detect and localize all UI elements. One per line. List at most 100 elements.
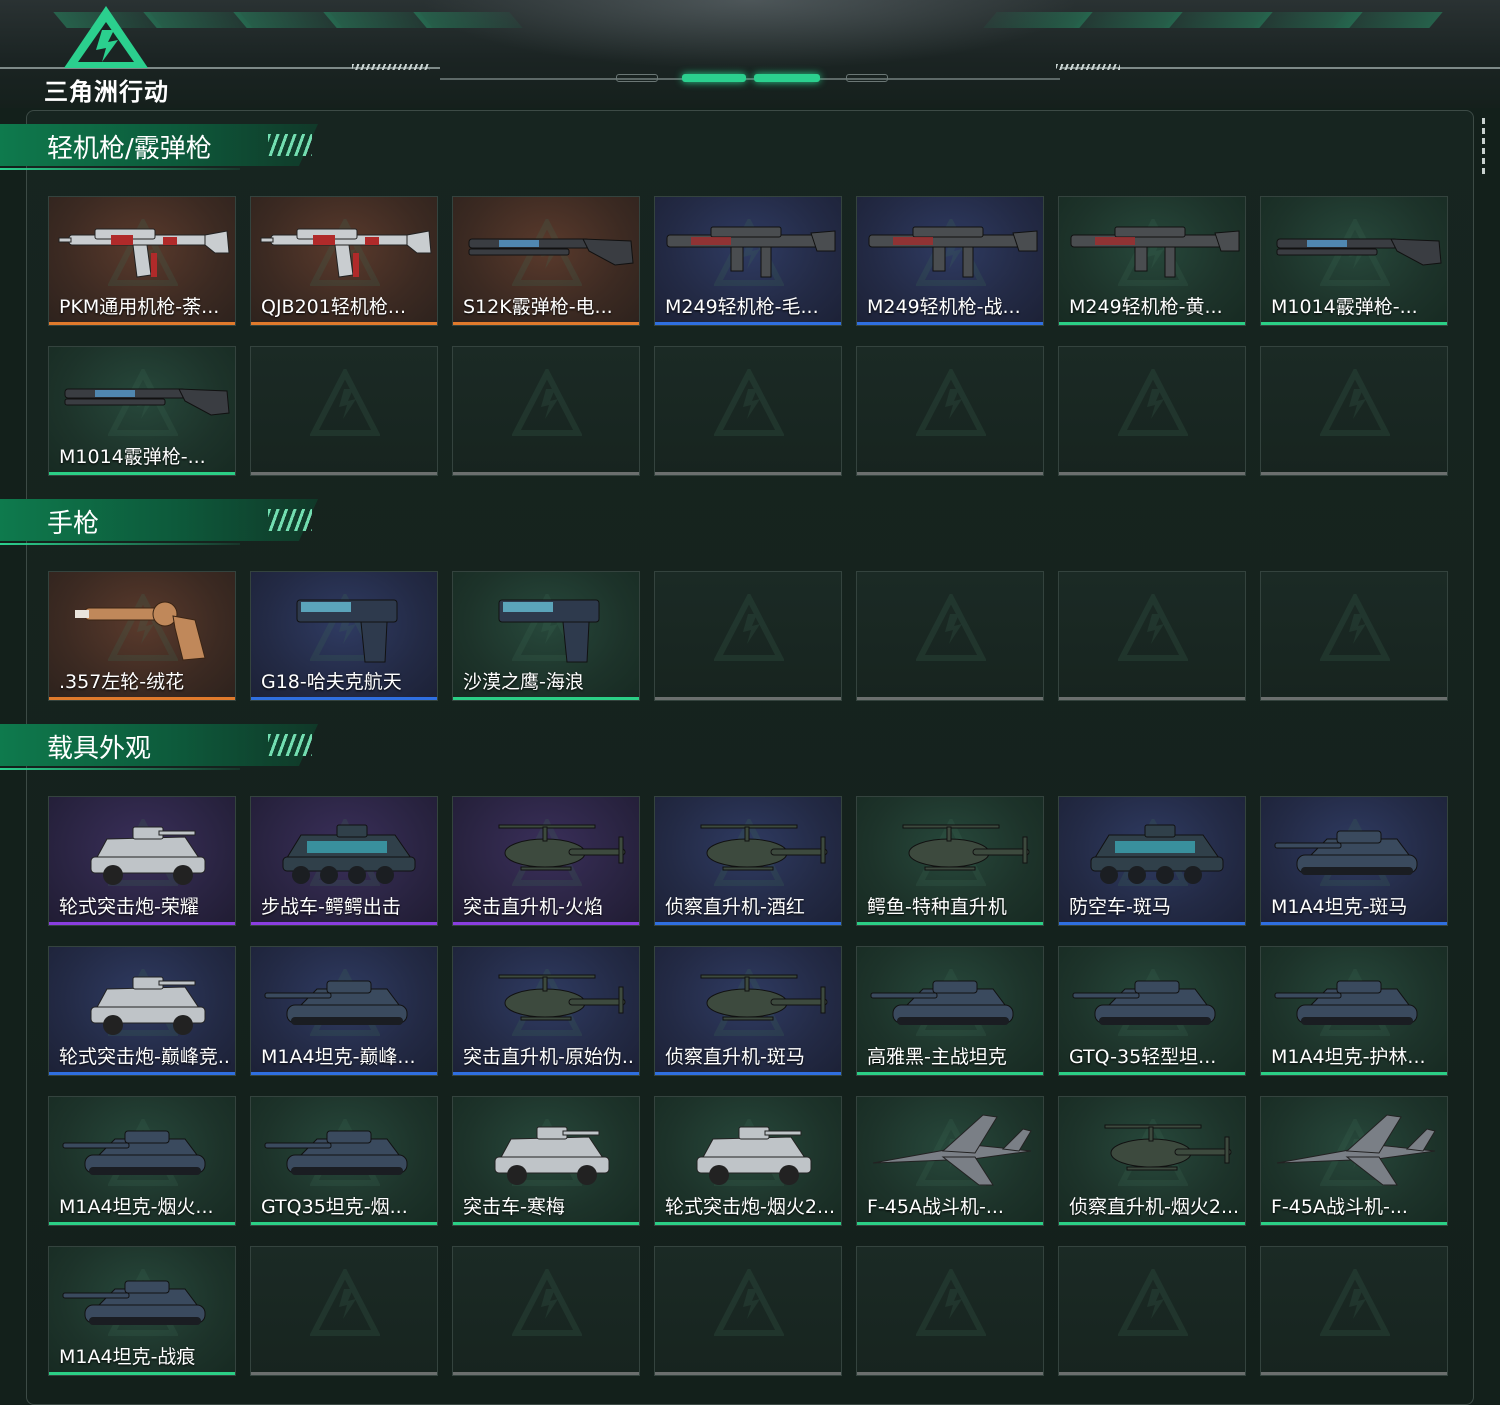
section-header-slashes [268,134,312,156]
rarity-bar [857,1072,1043,1075]
rarity-bar [453,1372,639,1375]
skin-card[interactable]: M1A4坦克-战痕 [48,1246,236,1376]
skin-card[interactable]: M249轻机枪-战... [856,196,1044,326]
rarity-bar [453,1222,639,1225]
jet-icon [1276,1114,1436,1186]
skin-name: G18-哈夫克航天 [261,671,402,693]
helicopter-icon [700,824,828,871]
pistol-icon [498,599,600,663]
skin-card[interactable]: 鳄鱼-特种直升机 [856,796,1044,926]
skin-name: F-45A战斗机-... [1271,1196,1408,1218]
rarity-bar [251,1072,437,1075]
empty-slot [250,1246,438,1376]
banner-glow [420,0,1080,70]
rarity-bar [453,322,639,325]
skin-card[interactable]: F-45A战斗机-... [1260,1096,1448,1226]
skin-card[interactable]: M249轻机枪-毛... [654,196,842,326]
skin-card[interactable]: 步战车-鳄鳄出击 [250,796,438,926]
skin-card[interactable]: 防空车-斑马 [1058,796,1246,926]
rarity-bar [1059,322,1245,325]
skin-card[interactable]: PKM通用机枪-荼... [48,196,236,326]
section-header: 载具外观 [0,720,340,776]
machine-gun-icon [1070,226,1240,278]
skin-card[interactable]: 轮式突击炮-荣耀 [48,796,236,926]
banner-line [440,78,1060,80]
armored-car-icon [494,1126,610,1185]
rarity-bar [1059,1222,1245,1225]
skin-card[interactable]: QJB201轻机枪... [250,196,438,326]
skin-name: 沙漠之鹰-海浪 [463,671,584,693]
skin-card[interactable]: GTQ35坦克-烟... [250,1096,438,1226]
scrollbar[interactable] [1482,118,1485,178]
rarity-bar [49,697,235,700]
skin-name: M1A4坦克-斑马 [1271,896,1408,918]
skin-card[interactable]: G18-哈夫克航天 [250,571,438,701]
skin-name: 轮式突击炮-巅峰竞... [59,1046,231,1068]
triangle-watermark-icon [310,369,380,436]
skin-card[interactable]: M1014霰弹枪-... [48,346,236,476]
empty-slot [452,346,640,476]
triangle-watermark-icon [1118,594,1188,661]
rarity-bar [655,697,841,700]
shotgun-icon [64,388,230,416]
banner-line [1060,67,1500,69]
empty-slot [452,1246,640,1376]
rarity-bar [453,472,639,475]
empty-slot [856,571,1044,701]
skin-card[interactable]: M1A4坦克-护林... [1260,946,1448,1076]
rarity-bar [655,1372,841,1375]
skin-card[interactable]: M249轻机枪-黄... [1058,196,1246,326]
skin-card[interactable]: .357左轮-绒花 [48,571,236,701]
triangle-watermark-icon [916,369,986,436]
empty-slot [250,346,438,476]
skin-name: 步战车-鳄鳄出击 [261,896,401,918]
rarity-bar [453,697,639,700]
skin-card[interactable]: 突击车-寒梅 [452,1096,640,1226]
rarity-bar [857,322,1043,325]
skin-card[interactable]: M1A4坦克-斑马 [1260,796,1448,926]
machine-gun-icon [666,226,836,278]
skin-card[interactable]: F-45A战斗机-... [856,1096,1044,1226]
rarity-bar [453,1072,639,1075]
rarity-bar [49,1372,235,1375]
jet-icon [872,1114,1032,1186]
rarity-bar [251,472,437,475]
skin-card[interactable]: S12K霰弹枪-电... [452,196,640,326]
section-header: 手枪 [0,495,340,551]
skin-name: 防空车-斑马 [1069,896,1171,918]
empty-slot [856,346,1044,476]
empty-slot [1260,1246,1448,1376]
skin-card[interactable]: M1014霰弹枪-... [1260,196,1448,326]
logo-text: 三角洲行动 [44,78,169,106]
tank-icon [870,980,1014,1025]
skin-card[interactable]: 高雅黑-主战坦克 [856,946,1044,1076]
skin-card[interactable]: GTQ-35轻型坦... [1058,946,1246,1076]
skin-name: QJB201轻机枪... [261,296,406,318]
skin-card[interactable]: 突击直升机-火焰 [452,796,640,926]
skin-card[interactable]: 突击直升机-原始伪... [452,946,640,1076]
skin-name: S12K霰弹枪-电... [463,296,613,318]
skin-card[interactable]: 侦察直升机-酒红 [654,796,842,926]
skin-card[interactable]: 沙漠之鹰-海浪 [452,571,640,701]
armored-car-icon [696,1126,812,1185]
section-title: 载具外观 [47,734,152,764]
pistol-icon [296,599,398,663]
skin-card[interactable]: 侦察直升机-斑马 [654,946,842,1076]
ifv-icon [282,824,416,884]
rarity-bar [251,922,437,925]
triangle-watermark-icon [310,1269,380,1336]
skin-name: M1A4坦克-护林... [1271,1046,1426,1068]
rarity-bar [49,472,235,475]
tank-icon [1274,830,1418,875]
rarity-bar [857,1372,1043,1375]
rifle-icon [58,228,230,278]
skin-name: M249轻机枪-战... [867,296,1021,318]
skin-card[interactable]: M1A4坦克-巅峰... [250,946,438,1076]
section-header-underline [0,768,240,770]
skin-card[interactable]: M1A4坦克-烟火... [48,1096,236,1226]
rarity-bar [857,922,1043,925]
skin-card[interactable]: 轮式突击炮-烟火2... [654,1096,842,1226]
skin-card[interactable]: 轮式突击炮-巅峰竞... [48,946,236,1076]
skin-name: M1A4坦克-战痕 [59,1346,196,1368]
skin-card[interactable]: 侦察直升机-烟火2... [1058,1096,1246,1226]
